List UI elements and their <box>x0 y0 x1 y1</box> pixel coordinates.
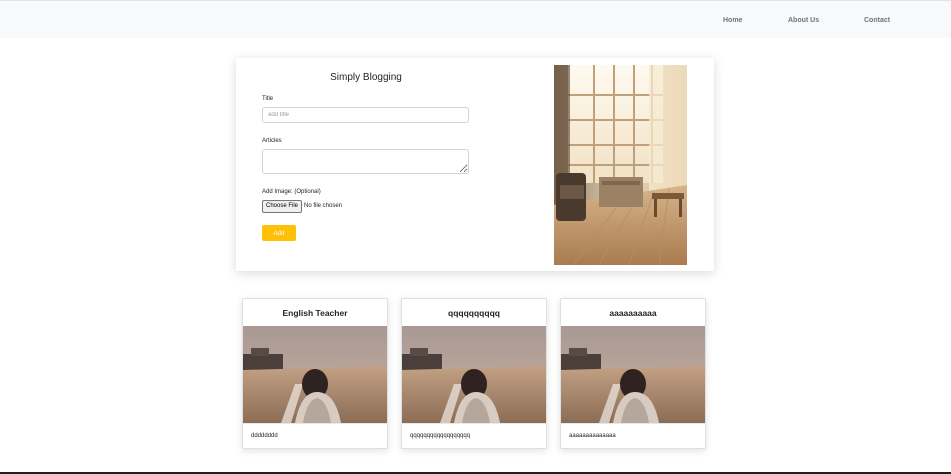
beach-photo <box>243 326 387 423</box>
choose-file-button[interactable]: Choose File <box>262 200 303 213</box>
add-post-button[interactable]: Add <box>262 225 296 241</box>
form-heading: Simply Blogging <box>330 72 402 83</box>
articles-textarea[interactable] <box>262 149 469 174</box>
post-footer: qqqqqqqqqqqqqqqqqq <box>402 423 546 448</box>
posts-section: English Teacher dddddddd qqqqqqqqqq qqqq… <box>236 291 714 456</box>
beach-photo <box>561 326 705 423</box>
post-title: aaaaaaaaaa <box>609 308 657 318</box>
post-image <box>402 326 546 423</box>
post-card[interactable]: English Teacher dddddddd <box>242 298 388 449</box>
post-card[interactable]: aaaaaaaaaa aaaaaaaaaaaaaa <box>560 298 706 449</box>
room-interior-image <box>554 65 687 265</box>
post-footer: aaaaaaaaaaaaaa <box>561 423 705 448</box>
title-input[interactable] <box>262 107 469 123</box>
room-interior-illustration <box>554 65 687 265</box>
post-footer: dddddddd <box>243 423 387 448</box>
add-image-label: Add Image: (Optional) <box>262 189 321 195</box>
post-card[interactable]: qqqqqqqqqq qqqqqqqqqqqqqqqqqq <box>401 298 547 449</box>
post-body: dddddddd <box>251 433 278 439</box>
nav-link-home[interactable]: Home <box>723 17 742 24</box>
file-status-text: No file chosen <box>304 203 343 209</box>
blog-form-card: Simply Blogging Title Articles Add Image… <box>236 58 714 271</box>
post-image <box>561 326 705 423</box>
post-body: aaaaaaaaaaaaaa <box>569 433 616 439</box>
articles-label: Articles <box>262 138 282 144</box>
post-title: English Teacher <box>282 308 348 318</box>
beach-photo <box>402 326 546 423</box>
title-label: Title <box>262 96 274 102</box>
post-body: qqqqqqqqqqqqqqqqqq <box>410 433 471 439</box>
post-title: qqqqqqqqqq <box>448 308 500 318</box>
nav-link-about-us[interactable]: About Us <box>788 17 819 24</box>
post-image <box>243 326 387 423</box>
nav-link-contact[interactable]: Contact <box>864 17 890 24</box>
navbar: Home About Us Contact <box>0 0 951 38</box>
